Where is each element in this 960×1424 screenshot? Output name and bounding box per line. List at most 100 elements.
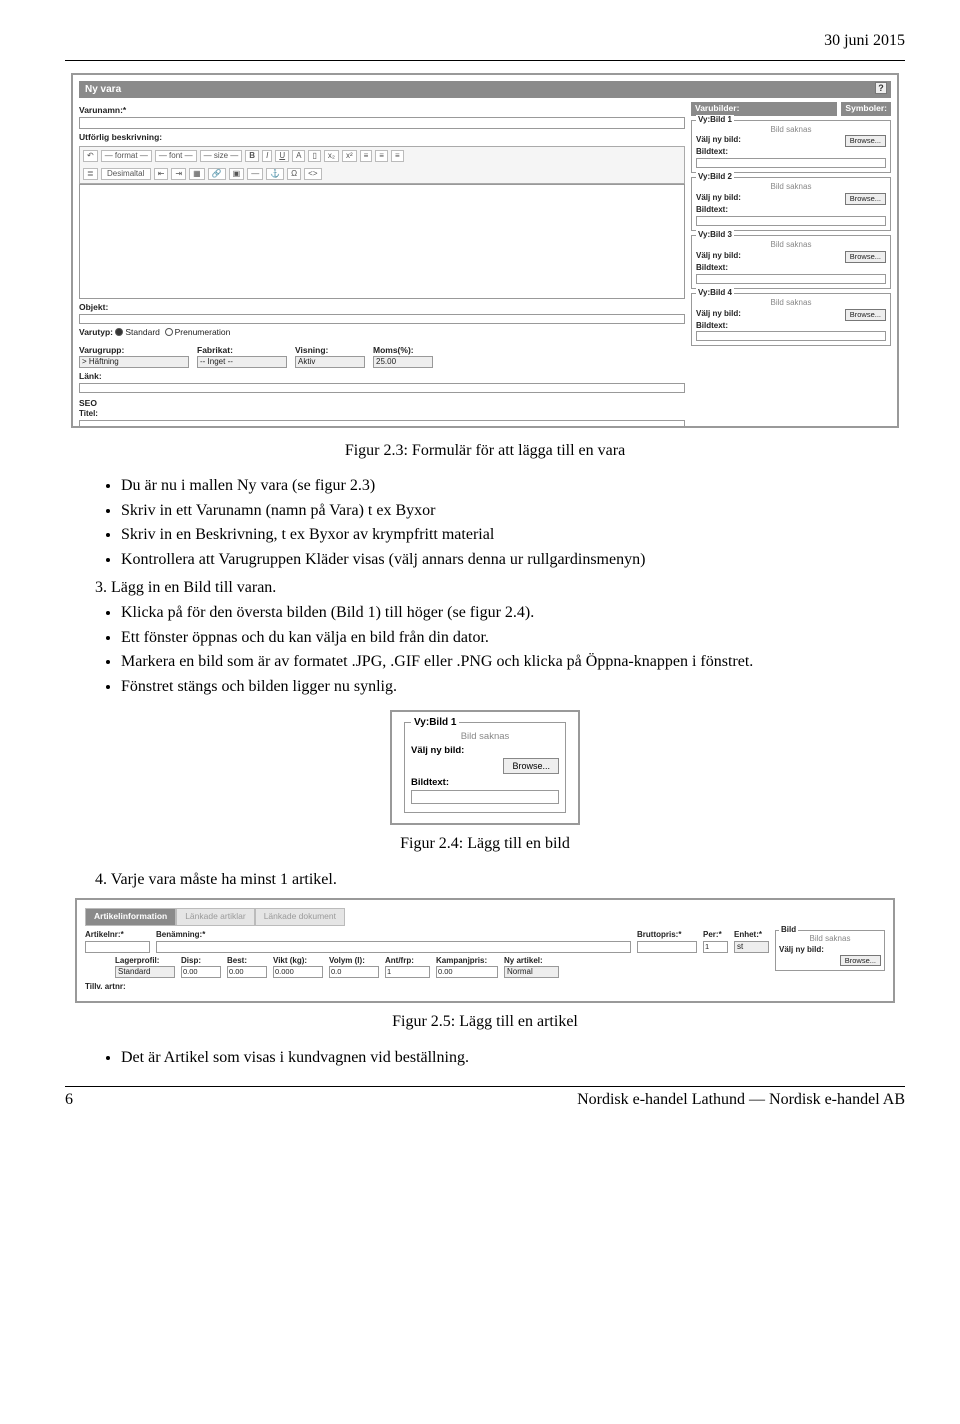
bildtext-24-input[interactable] <box>411 790 559 804</box>
vikt-input[interactable]: 0.000 <box>273 966 323 978</box>
sup-icon[interactable]: x² <box>342 150 357 162</box>
radio-standard[interactable] <box>115 328 123 336</box>
link-icon[interactable]: 🔗 <box>208 168 226 180</box>
varunamn-input[interactable] <box>79 117 685 129</box>
figure-25-caption: Figur 2.5: Lägg till en artikel <box>65 1011 905 1033</box>
varutyp-label: Varutyp: <box>79 327 113 337</box>
list-item: Klicka på för den översta bilden (Bild 1… <box>121 602 895 624</box>
volym-input[interactable]: 0.0 <box>329 966 379 978</box>
align-right-icon[interactable]: ≡ <box>391 150 404 162</box>
varugrupp-select[interactable]: > Häftning <box>79 356 189 368</box>
disp-input[interactable]: 0.00 <box>181 966 221 978</box>
vy-bild-1-legend-24: Vy:Bild 1 <box>411 716 459 730</box>
varubilder-header: Varubilder: <box>691 102 837 115</box>
bullet-list-3: Det är Artikel som visas i kundvagnen vi… <box>121 1047 895 1069</box>
artikelnr-input[interactable] <box>85 941 150 953</box>
radio-prenum-label: Prenumeration <box>175 327 231 337</box>
lagerprofil-select[interactable]: Standard <box>115 966 175 978</box>
decimal-select[interactable]: Desimaltal <box>101 168 151 180</box>
seo-label: SEO <box>79 398 685 409</box>
radio-standard-label: Standard <box>125 327 160 337</box>
per-value: 1 <box>705 942 709 951</box>
image-box-1: Vy:Bild 1 Bild saknas Välj ny bild: Brow… <box>691 120 891 174</box>
moms-select[interactable]: 25.00 <box>373 356 433 368</box>
sub-icon[interactable]: x₂ <box>324 150 339 162</box>
hr-icon[interactable]: — <box>247 168 263 180</box>
font-select[interactable]: — font — <box>155 150 197 162</box>
bold-button[interactable]: B <box>245 150 259 162</box>
browse-button-25[interactable]: Browse... <box>840 955 881 966</box>
artikelnr-label: Artikelnr:* <box>85 930 150 941</box>
undo-icon[interactable]: ↶ <box>83 150 98 162</box>
best-input[interactable]: 0.00 <box>227 966 267 978</box>
size-select[interactable]: — size — <box>200 150 243 162</box>
kampanjpris-value: 0.00 <box>438 967 453 976</box>
varutyp-row: Varutyp: Standard Prenumeration <box>79 327 685 338</box>
align-left-icon[interactable]: ≡ <box>360 150 373 162</box>
list-icon[interactable]: ≣ <box>83 168 98 180</box>
bruttopris-label: Bruttopris:* <box>637 930 697 941</box>
titel-input[interactable] <box>79 420 685 427</box>
best-value: 0.00 <box>229 967 244 976</box>
per-input[interactable]: 1 <box>703 941 728 953</box>
tab-lankade-dokument[interactable]: Länkade dokument <box>255 908 345 925</box>
tab-artikelinformation[interactable]: Artikelinformation <box>85 908 176 925</box>
valj-ny-bild-4: Välj ny bild: <box>696 309 741 318</box>
browse-button-4[interactable]: Browse... <box>845 309 886 321</box>
browse-button-2[interactable]: Browse... <box>845 193 886 205</box>
bg-icon[interactable]: ▯ <box>308 150 320 162</box>
screenshot-ny-vara: Ny vara ? Varunamn:* Utförlig beskrivnin… <box>71 73 899 428</box>
browse-button-3[interactable]: Browse... <box>845 251 886 263</box>
char-icon[interactable]: Ω <box>287 168 301 180</box>
source-icon[interactable]: <> <box>304 168 321 180</box>
bruttopris-input[interactable] <box>637 941 697 953</box>
bildtext-4-input[interactable] <box>696 331 886 341</box>
table-icon[interactable]: ▦ <box>189 168 205 180</box>
valj-ny-bild-25: Välj ny bild: <box>779 945 881 956</box>
fabrikat-select[interactable]: -- Inget -- <box>197 356 287 368</box>
header-date: 30 juni 2015 <box>65 30 905 52</box>
vy-bild-2-legend: Vy:Bild 2 <box>696 172 734 183</box>
bildtext-2-input[interactable] <box>696 216 886 226</box>
format-select[interactable]: — format — <box>101 150 152 162</box>
list-item: Kontrollera att Varugruppen Kläder visas… <box>121 549 895 571</box>
indent-icon[interactable]: ⇥ <box>171 168 186 180</box>
tillv-label: Tillv. artnr: <box>85 982 126 991</box>
step-4: 4. Varje vara måste ha minst 1 artikel. <box>95 869 905 891</box>
varugrupp-label: Varugrupp: <box>79 345 189 356</box>
visning-select[interactable]: Aktiv <box>295 356 365 368</box>
anchor-icon[interactable]: ⚓ <box>266 168 284 180</box>
underline-button[interactable]: U <box>275 150 289 162</box>
benamning-input[interactable] <box>156 941 631 953</box>
lank-input[interactable] <box>79 383 685 393</box>
bildtext-3-input[interactable] <box>696 274 886 284</box>
visning-label: Visning: <box>295 345 365 356</box>
align-center-icon[interactable]: ≡ <box>375 150 388 162</box>
bildtext-1-label: Bildtext: <box>696 147 728 156</box>
italic-button[interactable]: I <box>262 150 272 162</box>
bildtext-1-input[interactable] <box>696 158 886 168</box>
help-icon[interactable]: ? <box>875 82 887 94</box>
image-icon[interactable]: ▣ <box>229 168 245 180</box>
browse-button-24[interactable]: Browse... <box>503 758 559 774</box>
moms-label: Moms(%): <box>373 345 433 356</box>
vy-bild-4-legend: Vy:Bild 4 <box>696 288 734 299</box>
browse-button-1[interactable]: Browse... <box>845 135 886 147</box>
outdent-icon[interactable]: ⇤ <box>154 168 169 180</box>
step-3: 3. Lägg in en Bild till varan. <box>95 577 905 599</box>
tab-lankade-artiklar[interactable]: Länkade artiklar <box>176 908 254 925</box>
bildtext-2-label: Bildtext: <box>696 205 728 214</box>
kampanjpris-input[interactable]: 0.00 <box>436 966 498 978</box>
objekt-label: Objekt: <box>79 302 685 313</box>
enhet-select[interactable]: st <box>734 941 769 953</box>
editor-textarea[interactable] <box>79 184 685 299</box>
nyartikel-select[interactable]: Normal <box>504 966 559 978</box>
vy-bild-3-legend: Vy:Bild 3 <box>696 230 734 241</box>
radio-prenum[interactable] <box>165 328 173 336</box>
lank-label: Länk: <box>79 371 685 382</box>
objekt-input[interactable] <box>79 314 685 324</box>
list-item: Du är nu i mallen Ny vara (se figur 2.3) <box>121 475 895 497</box>
color-icon[interactable]: A <box>292 150 305 162</box>
bildtext-4-label: Bildtext: <box>696 321 728 330</box>
antfrp-input[interactable]: 1 <box>385 966 430 978</box>
